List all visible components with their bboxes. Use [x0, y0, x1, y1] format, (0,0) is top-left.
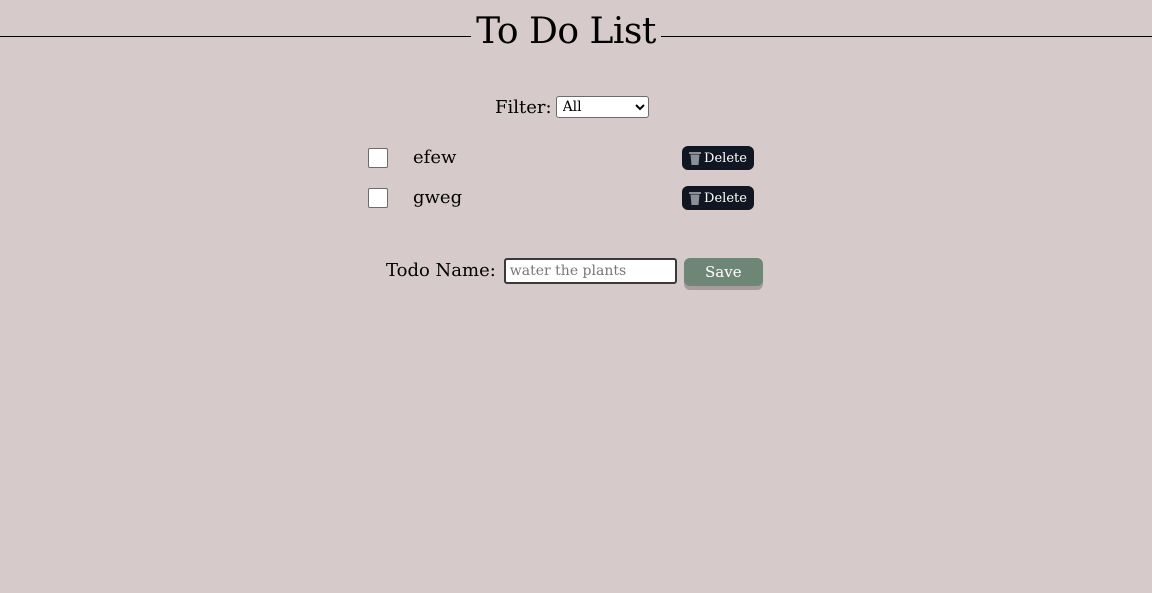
header: To Do List	[0, 0, 1152, 70]
page-title: To Do List	[476, 11, 656, 52]
delete-button-label: Delete	[704, 150, 747, 166]
delete-button[interactable]: Delete	[682, 186, 754, 210]
filter-row: Filter: All	[495, 94, 649, 120]
todo-label: gweg	[413, 187, 463, 208]
todo-item: efew Delete	[366, 143, 756, 183]
filter-label: Filter:	[495, 96, 552, 118]
todo-checkbox[interactable]	[368, 188, 388, 208]
filter-select[interactable]: All	[555, 96, 649, 118]
delete-button[interactable]: Delete	[682, 146, 754, 170]
add-todo-form: Todo Name: Save	[386, 258, 763, 292]
todo-page: To Do List Filter: All efew Delete gweg	[0, 0, 1152, 593]
todo-checkbox[interactable]	[368, 148, 388, 168]
todo-label: efew	[413, 147, 457, 168]
todo-name-label: Todo Name:	[386, 260, 496, 281]
todo-name-input[interactable]	[503, 258, 677, 284]
todo-item: gweg Delete	[366, 183, 756, 223]
header-rule-left	[0, 36, 471, 37]
header-rule-right	[661, 36, 1152, 37]
save-button[interactable]: Save	[683, 258, 763, 286]
delete-button-label: Delete	[704, 190, 747, 206]
trash-icon	[689, 192, 702, 205]
trash-icon	[689, 152, 702, 165]
todo-list: efew Delete gweg Delete	[366, 143, 756, 223]
